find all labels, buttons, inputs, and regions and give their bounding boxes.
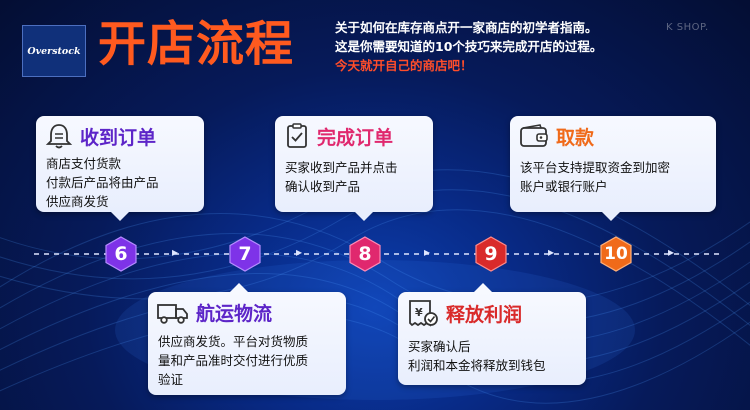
timeline-arrow: ▸ <box>548 245 555 259</box>
step-desc-line: 买家收到产品并点击 <box>285 160 398 175</box>
truck-icon <box>157 304 188 324</box>
step-title: 航运物流 <box>196 302 273 325</box>
step-number: 8 <box>358 243 372 265</box>
intro-line-2: 这是你需要知道的10个技巧来完成开店的过程。 <box>335 39 603 54</box>
wallet-icon <box>520 124 548 147</box>
step-desc-line: 确认收到产品 <box>285 179 361 194</box>
step-desc-line: 买家确认后 <box>408 339 471 354</box>
step-number: 6 <box>114 243 128 265</box>
step-desc-line: 商店支付货款 <box>46 156 122 171</box>
timeline-arrow: ▸ <box>668 245 675 259</box>
step-number: 9 <box>484 243 498 265</box>
timeline-arrow: ▸ <box>424 245 431 259</box>
step-desc-line: 该平台支持提取资金到加密 <box>520 160 671 175</box>
step-card-complete-order: 完成订单 买家收到产品并点击 确认收到产品 <box>275 116 433 221</box>
step-desc-line: 供应商发货 <box>46 194 109 209</box>
intro-text: 关于如何在库存商点开一家商店的初学者指南。 这是你需要知道的10个技巧来完成开店… <box>335 18 602 75</box>
step-number: 10 <box>604 244 628 264</box>
bell-icon <box>45 124 73 149</box>
receipt-icon: ¥ <box>409 300 438 327</box>
step-card-receive-order: 收到订单 商店支付货款 付款后产品将由产品 供应商发货 <box>36 116 204 221</box>
step-card-shipping-logistics: 航运物流 供应商发货。平台对货物质 量和产品准时交付进行优质 验证 <box>148 283 346 395</box>
step-desc-line: 验证 <box>158 372 184 387</box>
step-desc-line: 利润和本金将释放到钱包 <box>408 358 546 373</box>
step-node-6: 6 <box>103 236 139 272</box>
timeline-arrow: ▸ <box>172 245 179 259</box>
step-desc-line: 付款后产品将由产品 <box>46 175 159 190</box>
timeline-arrow: ▸ <box>296 245 303 259</box>
step-card-withdraw: 取款 该平台支持提取资金到加密 账户或银行账户 <box>510 116 716 221</box>
step-node-9: 9 <box>473 236 509 272</box>
step-desc-line: 账户或银行账户 <box>520 179 608 194</box>
step-number: 7 <box>238 243 252 265</box>
step-desc-line: 量和产品准时交付进行优质 <box>158 353 309 368</box>
overstock-logo: Overstock <box>22 25 86 77</box>
step-title: 释放利润 <box>446 303 523 326</box>
page-title: 开店流程 <box>98 16 295 72</box>
step-desc-line: 供应商发货。平台对货物质 <box>158 334 309 349</box>
step-title: 收到订单 <box>80 126 157 149</box>
clipboard-icon <box>287 123 307 148</box>
step-title: 取款 <box>556 126 595 149</box>
intro-line-3: 今天就开自己的商店吧！ <box>335 58 473 73</box>
step-node-8: 8 <box>347 236 383 272</box>
svg-text:¥: ¥ <box>415 306 423 319</box>
intro-line-1: 关于如何在库存商点开一家商店的初学者指南。 <box>335 20 598 35</box>
step-card-release-profit: ¥ 释放利润 买家确认后 利润和本金将释放到钱包 <box>398 283 586 385</box>
watermark: K SHOP. <box>666 22 709 33</box>
step-node-10: 10 <box>598 236 634 272</box>
step-title: 完成订单 <box>317 126 394 149</box>
step-node-7: 7 <box>227 236 263 272</box>
